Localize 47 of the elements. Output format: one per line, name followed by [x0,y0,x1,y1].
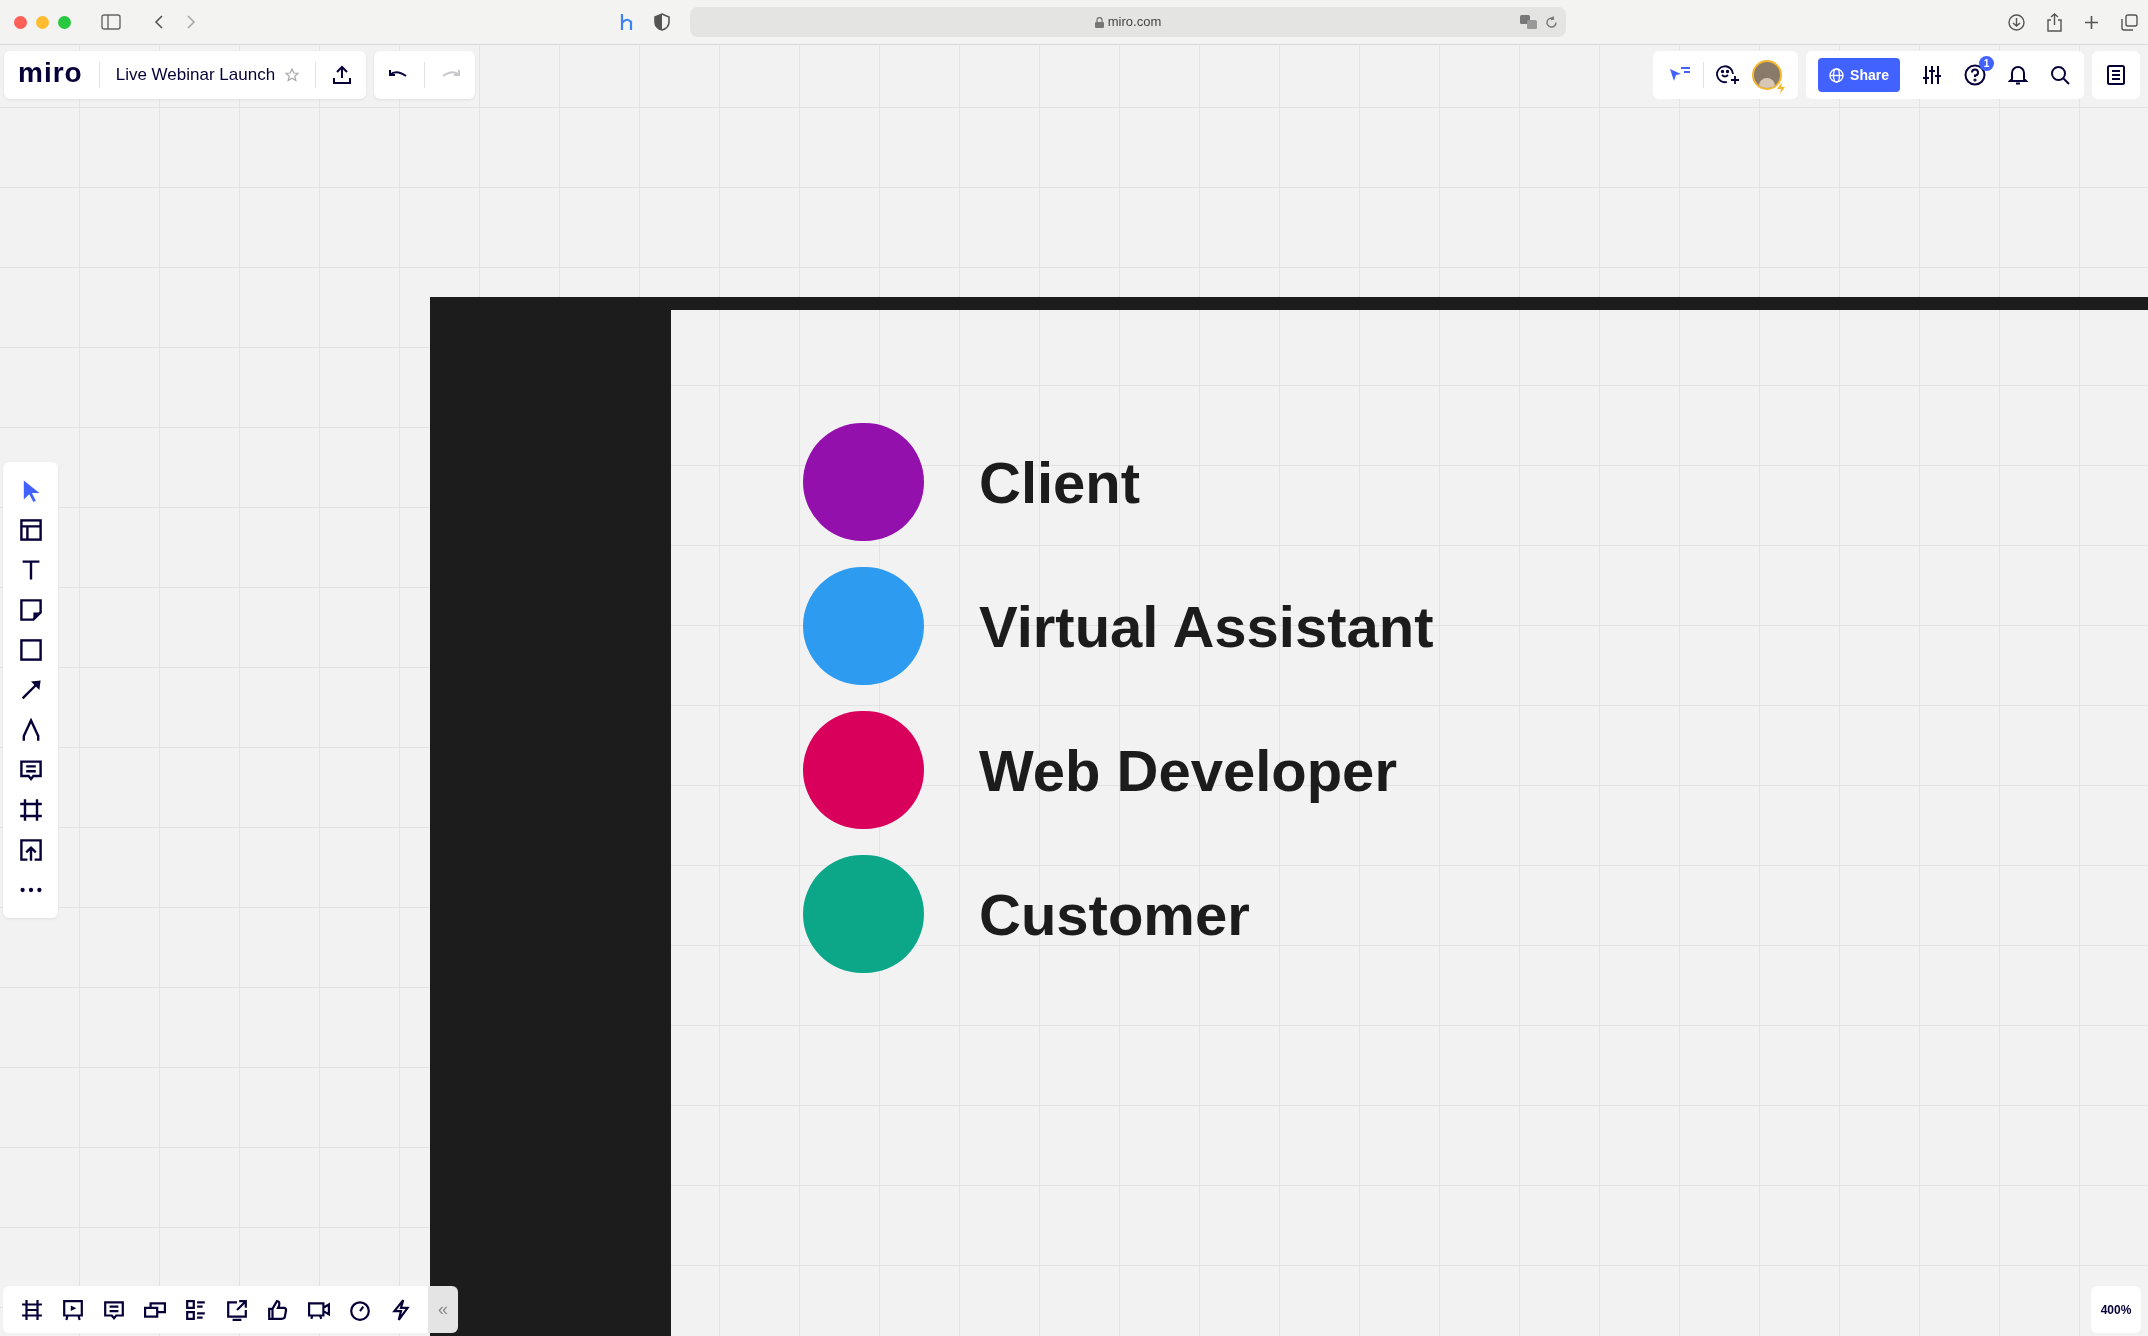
upload-icon[interactable] [332,65,353,85]
frame-icon[interactable] [18,798,43,822]
globe-icon [1829,67,1845,83]
reload-icon[interactable] [1545,15,1558,29]
layout-icon[interactable] [18,518,43,542]
translate-icon[interactable] [1520,15,1538,29]
comment-icon[interactable] [18,758,43,782]
legend-label: Virtual Assistant [979,592,1434,661]
legend-label: Client [979,448,1141,517]
lock-icon [1094,16,1104,28]
shield-icon[interactable] [654,13,670,31]
thumbs-up-icon[interactable] [267,1298,289,1321]
zoom-level[interactable]: 400% [2091,1286,2141,1333]
legend-label: Web Developer [979,736,1397,805]
url-text: miro.com [1107,13,1162,32]
board-title[interactable]: Live Webinar Launch [115,62,276,88]
rectangle-icon[interactable] [18,638,43,662]
download-icon[interactable] [2008,13,2025,31]
help-icon[interactable] [1964,64,1986,86]
list-icon[interactable] [185,1298,207,1321]
tabs-icon[interactable] [2121,13,2138,31]
search-icon[interactable] [2050,65,2070,85]
back-icon[interactable] [154,14,164,30]
plus-icon[interactable] [2084,14,2099,30]
document-icon[interactable] [2107,65,2125,85]
upload-icon[interactable] [18,838,43,862]
settings-sliders-icon[interactable] [1922,65,1942,85]
share-screen-icon[interactable] [226,1298,248,1321]
close-window-button[interactable] [14,15,27,29]
bell-icon[interactable] [2008,64,2028,86]
frame-icon[interactable] [21,1298,43,1321]
comment-icon[interactable] [103,1298,125,1321]
star-icon[interactable] [285,68,300,82]
address-bar[interactable]: miro.com [690,7,1566,37]
timer-icon[interactable] [349,1298,371,1321]
presentation-icon[interactable] [62,1298,84,1321]
sticky-note-icon[interactable] [18,598,43,622]
add-reaction-icon[interactable] [1716,64,1741,86]
share-button[interactable]: Share [1818,58,1900,92]
lightning-icon [1776,82,1787,94]
miro-logo[interactable]: miro [18,59,83,91]
lightning-icon[interactable] [390,1298,412,1321]
notification-badge: 1 [1979,56,1994,71]
avatar[interactable] [1752,60,1783,90]
share-icon[interactable] [2047,12,2062,32]
legend-label: Customer [979,880,1250,949]
sidebar-icon[interactable] [101,14,121,30]
